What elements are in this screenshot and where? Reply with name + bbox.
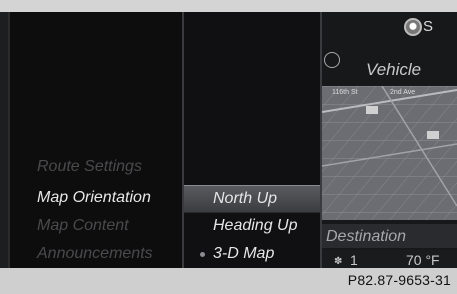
menu-item-announcements[interactable]: Announcements [37,245,153,263]
option-label: North Up [213,190,278,207]
option-heading-up[interactable]: Heading Up [184,213,320,239]
globe-icon [324,52,340,68]
figure-footer: P82.87-9653-31 [0,268,457,294]
street-label-116th: 116th St [332,89,358,96]
street-label-2nd-ave: 2nd Ave [390,89,416,96]
option-north-up[interactable]: North Up [184,185,320,213]
option-label: 3-D Map [213,245,275,262]
option-3d-map[interactable]: 3-D Map [184,241,320,267]
fan-level: 1 [350,252,358,268]
top-bar [0,0,457,12]
header-letter: S [423,18,434,35]
vehicle-label[interactable]: Vehicle [366,60,421,80]
compass-icon [404,18,422,36]
radio-bullet-icon [200,252,205,257]
temperature-readout: 70 °F [406,252,440,268]
fan-icon: ✽ [334,256,343,267]
destination-label: Destination [326,228,407,245]
menu-item-route-settings[interactable]: Route Settings [37,158,142,176]
menu-item-map-content[interactable]: Map Content [37,217,129,235]
map-view[interactable] [322,86,457,220]
menu-item-map-orientation[interactable]: Map Orientation [37,189,151,207]
option-label: Heading Up [213,217,298,234]
figure-code: P82.87-9653-31 [347,272,451,288]
map-streets [322,86,457,220]
panel-edge [0,12,10,268]
navigation-screen: Route Settings Map Orientation Map Conte… [0,12,457,268]
